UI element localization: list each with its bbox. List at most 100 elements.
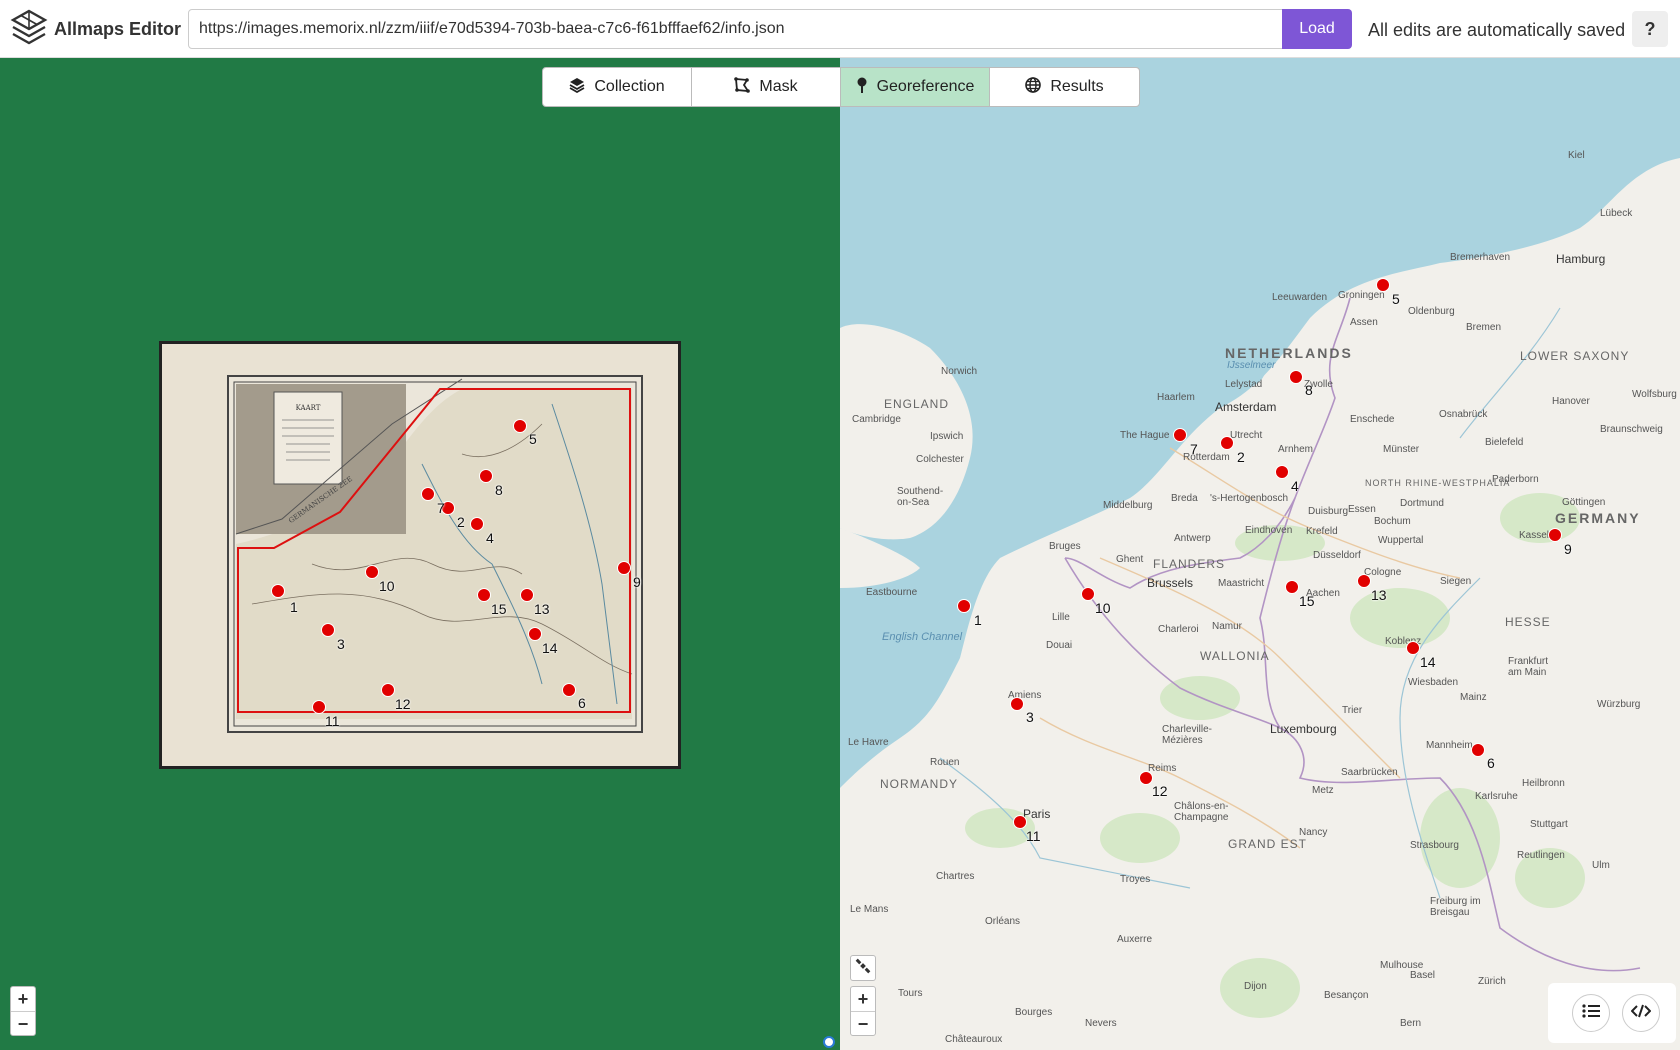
tab-label: Collection [594, 78, 665, 95]
gcp-marker-5[interactable] [513, 419, 527, 433]
city-freiburg: Freiburg im Breisgau [1430, 896, 1481, 918]
map-zoom-in-button[interactable]: + [851, 987, 875, 1011]
gcp-marker-15[interactable] [477, 588, 491, 602]
geo-gcp-marker-4[interactable] [1275, 465, 1289, 479]
geo-gcp-label-2: 2 [1237, 449, 1245, 465]
city-munster: Münster [1383, 444, 1420, 455]
gcp-label-5: 5 [529, 431, 537, 447]
zoom-in-button[interactable]: + [11, 987, 35, 1011]
iiif-url-input[interactable] [188, 9, 1283, 49]
gcp-marker-8[interactable] [479, 469, 493, 483]
load-button[interactable]: Load [1282, 9, 1352, 49]
geo-gcp-marker-10[interactable] [1081, 587, 1095, 601]
gcp-marker-3[interactable] [321, 623, 335, 637]
geo-map-viewer[interactable]: NETHERLANDS GERMANY ENGLAND LOWER SAXONY… [840, 58, 1680, 1050]
city-lelystad: Lelystad [1225, 379, 1263, 390]
city-dijon: Dijon [1244, 981, 1267, 992]
geo-gcp-marker-1[interactable] [957, 599, 971, 613]
city-wurzburg: Würzburg [1597, 699, 1641, 710]
city-bremen: Bremen [1466, 322, 1502, 333]
tab-label: Mask [759, 78, 798, 95]
tab-collection[interactable]: Collection [543, 68, 692, 106]
city-gottingen: Göttingen [1562, 497, 1606, 508]
city-antwerp: Antwerp [1174, 533, 1211, 544]
geo-gcp-label-8: 8 [1305, 382, 1313, 398]
geo-gcp-label-5: 5 [1392, 291, 1400, 307]
city-wiesbaden: Wiesbaden [1408, 677, 1459, 688]
scanned-map-image[interactable]: KAART GERMANISCHE ZEE [159, 341, 681, 769]
geo-gcp-marker-12[interactable] [1139, 771, 1153, 785]
city-braunschweig: Braunschweig [1600, 424, 1663, 435]
list-view-button[interactable] [1572, 994, 1610, 1032]
gcp-marker-14[interactable] [528, 627, 542, 641]
city-ipswich: Ipswich [930, 431, 964, 442]
allmaps-logo-icon[interactable] [10, 9, 48, 54]
city-ulm: Ulm [1592, 860, 1610, 871]
city-paris: Paris [1023, 807, 1051, 821]
gcp-marker-1[interactable] [271, 584, 285, 598]
globe-icon [1025, 76, 1042, 98]
city-nevers: Nevers [1085, 1018, 1117, 1029]
geo-gcp-label-1: 1 [974, 612, 982, 628]
gcp-marker-11[interactable] [312, 700, 326, 714]
gcp-marker-13[interactable] [520, 588, 534, 602]
city-luxembourg: Luxembourg [1270, 722, 1337, 736]
geo-gcp-marker-8[interactable] [1289, 370, 1303, 384]
geo-gcp-marker-14[interactable] [1406, 641, 1420, 655]
city-dusseldorf: Düsseldorf [1313, 550, 1361, 561]
city-tours: Tours [898, 988, 923, 999]
pane-resize-handle[interactable] [823, 1036, 835, 1048]
tab-mask[interactable]: Mask [692, 68, 841, 106]
gcp-marker-12[interactable] [381, 683, 395, 697]
geo-gcp-marker-2[interactable] [1220, 436, 1234, 450]
gcp-label-8: 8 [495, 482, 503, 498]
gcp-label-13: 13 [534, 601, 550, 617]
city-paderborn: Paderborn [1492, 474, 1539, 485]
tab-results[interactable]: Results [990, 68, 1139, 106]
geo-gcp-marker-3[interactable] [1010, 697, 1024, 711]
city-namur: Namur [1212, 621, 1243, 632]
image-viewer[interactable]: KAART GERMANISCHE ZEE 1 2 3 4 5 6 7 8 9 … [0, 58, 840, 1050]
gcp-marker-4[interactable] [470, 517, 484, 531]
city-heilbronn: Heilbronn [1522, 778, 1565, 789]
city-mannheim: Mannheim [1426, 740, 1473, 751]
city-besancon: Besançon [1324, 990, 1369, 1001]
cartouche-title: KAART [296, 404, 321, 412]
geo-gcp-marker-11[interactable] [1013, 815, 1027, 829]
city-ghent: Ghent [1116, 554, 1144, 565]
zoom-out-button[interactable]: − [11, 1011, 35, 1035]
geo-gcp-marker-6[interactable] [1471, 743, 1485, 757]
satellite-layer-button[interactable] [850, 955, 876, 981]
app-title[interactable]: Allmaps Editor [54, 19, 181, 40]
city-leeuwarden: Leeuwarden [1272, 292, 1328, 303]
geo-gcp-label-7: 7 [1190, 441, 1198, 457]
map-zoom-out-button[interactable]: − [851, 1011, 875, 1035]
gcp-marker-9[interactable] [617, 561, 631, 575]
satellite-icon [855, 958, 871, 979]
geo-gcp-marker-7[interactable] [1173, 428, 1187, 442]
gcp-label-15: 15 [491, 601, 507, 617]
tab-georeference[interactable]: Georeference [841, 68, 990, 106]
map-zoom-control: + − [850, 986, 876, 1036]
region-england: ENGLAND [884, 397, 950, 411]
geo-gcp-label-10: 10 [1095, 600, 1111, 616]
code-view-button[interactable] [1622, 994, 1660, 1032]
city-le-havre: Le Havre [848, 737, 889, 748]
gcp-label-7: 7 [437, 500, 445, 516]
city-the-hague: The Hague [1120, 430, 1170, 441]
geo-gcp-marker-9[interactable] [1548, 528, 1562, 542]
gcp-marker-6[interactable] [562, 683, 576, 697]
geo-gcp-marker-5[interactable] [1376, 278, 1390, 292]
city-essen: Essen [1348, 504, 1376, 515]
help-button[interactable]: ? [1632, 11, 1668, 47]
geo-gcp-marker-13[interactable] [1357, 574, 1371, 588]
basemap-graphic [840, 58, 1680, 1050]
save-status-text: All edits are automatically saved [1368, 20, 1626, 40]
gcp-marker-10[interactable] [365, 565, 379, 579]
city-charleroi: Charleroi [1158, 624, 1199, 635]
gcp-marker-7[interactable] [421, 487, 435, 501]
gcp-label-12: 12 [395, 696, 411, 712]
region-normandy: NORMANDY [880, 777, 959, 791]
city-bielefeld: Bielefeld [1485, 437, 1524, 448]
geo-gcp-marker-15[interactable] [1285, 580, 1299, 594]
